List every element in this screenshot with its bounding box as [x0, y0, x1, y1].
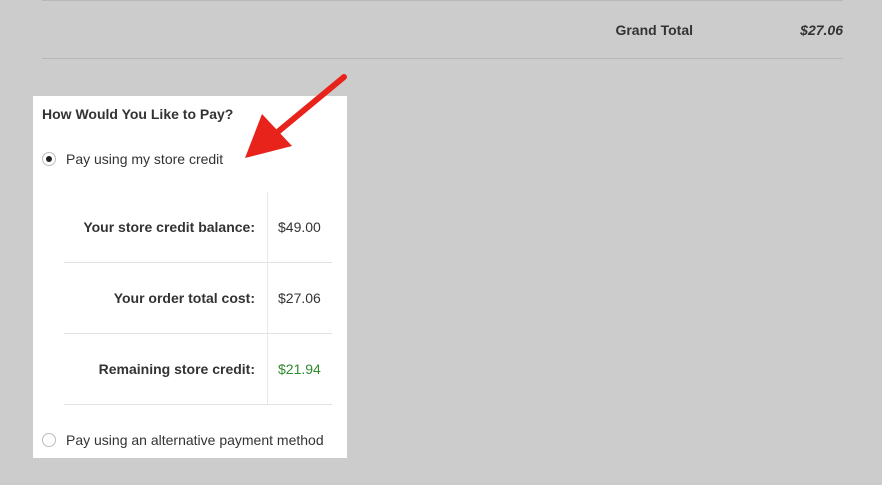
- order-total-row: Your order total cost: $27.06: [64, 263, 332, 334]
- store-credit-radio[interactable]: [42, 152, 56, 166]
- payment-method-panel: How Would You Like to Pay? Pay using my …: [33, 96, 347, 458]
- store-credit-option[interactable]: Pay using my store credit: [42, 151, 223, 167]
- order-total-label: Your order total cost:: [64, 263, 268, 333]
- remaining-credit-value: $21.94: [278, 361, 321, 377]
- credit-balance-value: $49.00: [278, 219, 321, 235]
- credit-balance-row: Your store credit balance: $49.00: [64, 192, 332, 263]
- order-total-value: $27.06: [278, 290, 321, 306]
- payment-title: How Would You Like to Pay?: [42, 106, 234, 122]
- grand-total-value: $27.06: [800, 22, 843, 38]
- store-credit-summary-table: Your store credit balance: $49.00 Your o…: [64, 192, 332, 405]
- remaining-credit-row: Remaining store credit: $21.94: [64, 334, 332, 405]
- alternative-payment-option-label: Pay using an alternative payment method: [66, 432, 324, 448]
- grand-total-label: Grand Total: [615, 22, 693, 38]
- store-credit-option-label: Pay using my store credit: [66, 151, 224, 167]
- remaining-credit-label: Remaining store credit:: [64, 334, 268, 404]
- credit-balance-label: Your store credit balance:: [64, 192, 268, 262]
- alternative-payment-radio[interactable]: [42, 433, 56, 447]
- alternative-payment-option[interactable]: Pay using an alternative payment method: [42, 432, 324, 448]
- grand-total-row: Grand Total $27.06: [42, 1, 843, 59]
